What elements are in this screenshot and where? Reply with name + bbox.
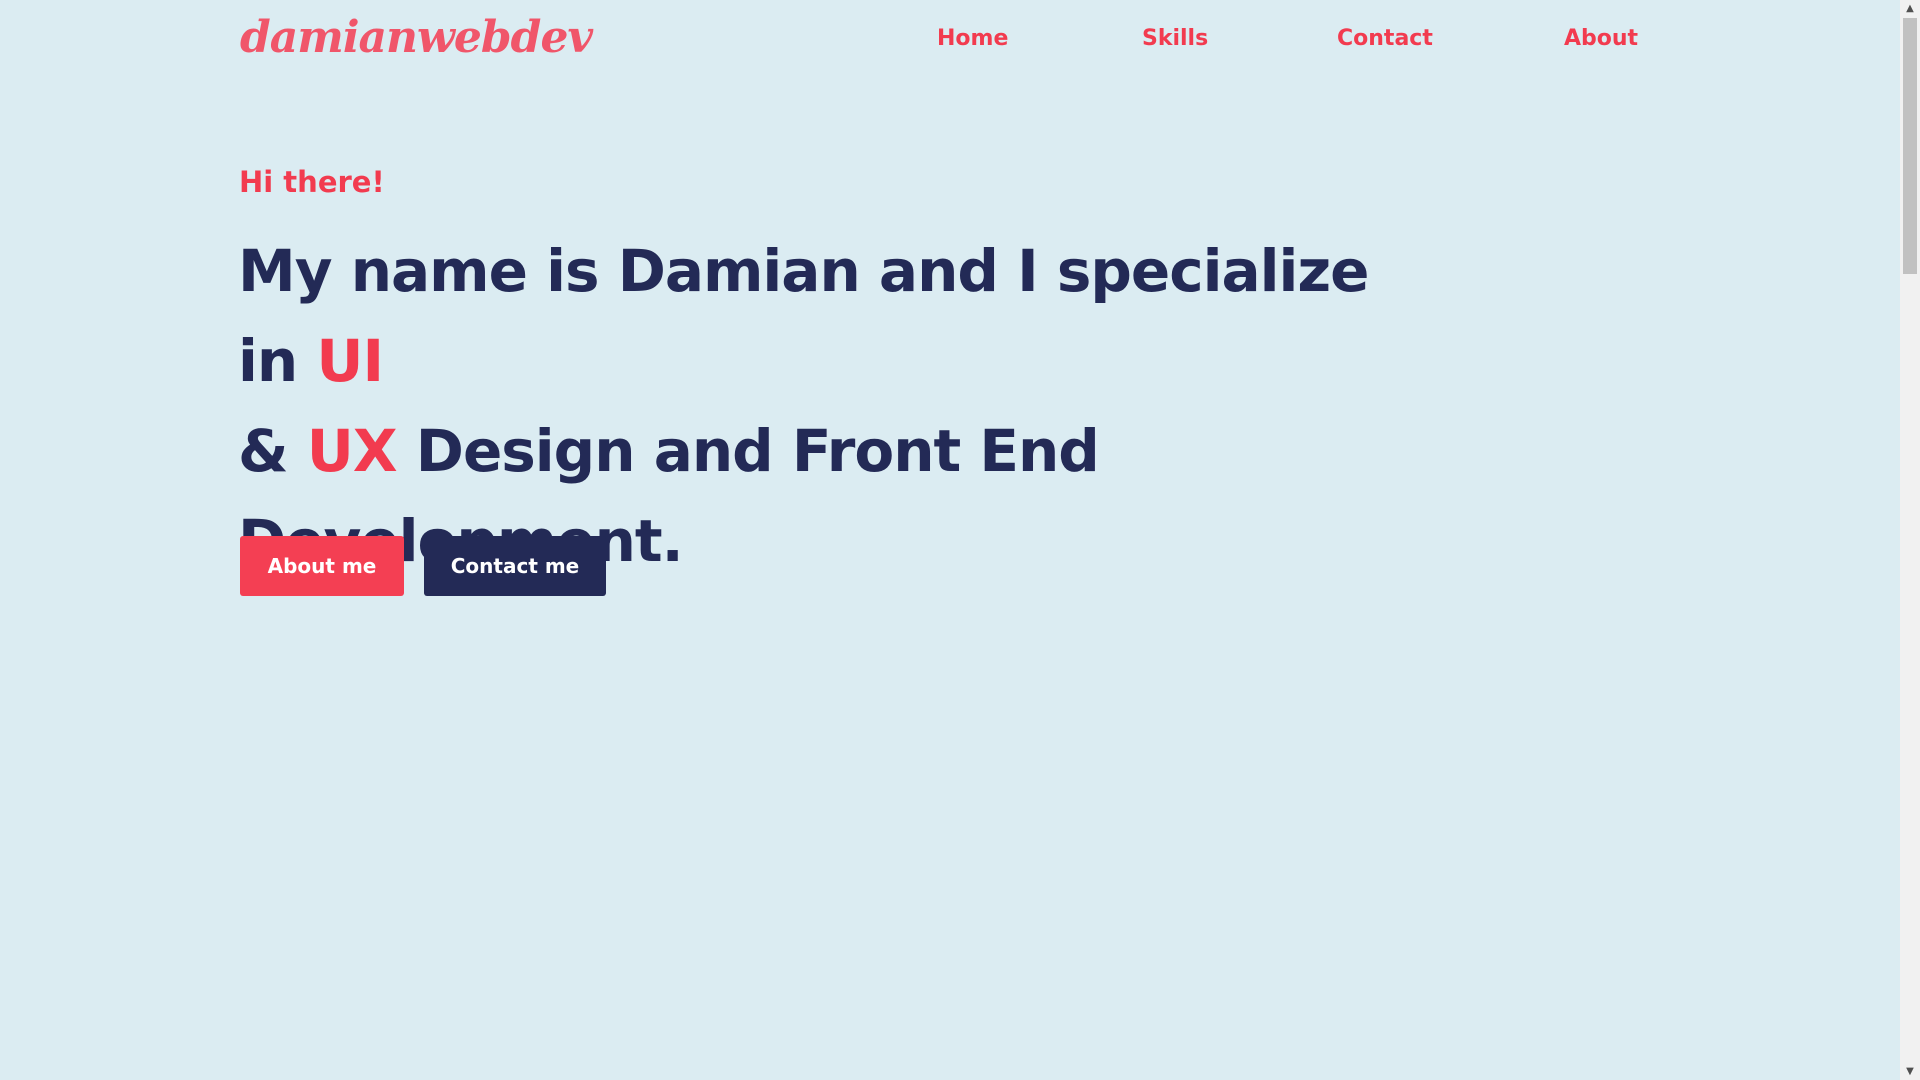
- scroll-up-arrow-icon[interactable]: ▲: [1900, 0, 1920, 17]
- main-nav: Home Skills Contact About: [0, 26, 1900, 56]
- nav-link-about[interactable]: About: [1564, 26, 1638, 51]
- about-me-button[interactable]: About me: [240, 536, 404, 596]
- page: damianwebdev Home Skills Contact About H…: [0, 0, 1920, 1080]
- headline-accent-ux: UX: [306, 417, 398, 485]
- contact-me-button[interactable]: Contact me: [424, 536, 606, 596]
- nav-link-home[interactable]: Home: [937, 26, 1008, 51]
- scrollbar-thumb[interactable]: [1903, 18, 1917, 274]
- vertical-scrollbar[interactable]: ▲ ▼: [1900, 0, 1920, 1080]
- headline-accent-ui: UI: [316, 327, 384, 395]
- nav-link-skills[interactable]: Skills: [1142, 26, 1208, 51]
- scroll-down-arrow-icon[interactable]: ▼: [1900, 1063, 1920, 1080]
- headline-text-1: My name is Damian and I specialize in: [238, 237, 1369, 395]
- nav-link-contact[interactable]: Contact: [1337, 26, 1433, 51]
- hero-headline: My name is Damian and I specialize in UI…: [238, 226, 1438, 586]
- hero-greeting: Hi there!: [239, 165, 385, 199]
- headline-text-2: &: [238, 417, 307, 485]
